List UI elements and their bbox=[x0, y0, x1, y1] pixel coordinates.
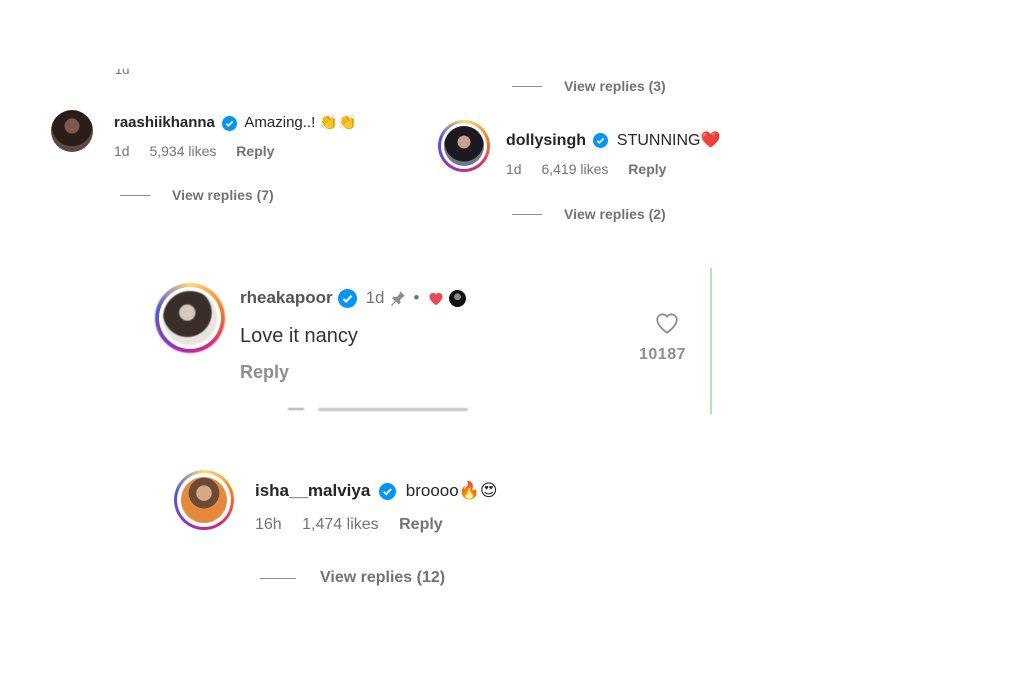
vertical-divider bbox=[710, 268, 712, 414]
view-replies-button[interactable]: View replies (12) bbox=[260, 569, 445, 587]
username[interactable]: rheakapoor bbox=[240, 288, 333, 308]
like-heart-outline-icon[interactable] bbox=[654, 311, 680, 335]
view-replies-label: View replies (3) bbox=[564, 78, 666, 94]
avatar[interactable] bbox=[181, 477, 227, 523]
username[interactable]: isha__malviya bbox=[255, 481, 370, 500]
view-replies-label: View replies (7) bbox=[172, 187, 274, 203]
separator-dot: • bbox=[413, 288, 420, 307]
pin-icon bbox=[390, 291, 405, 306]
comment-text: Amazing..! 👏👏 bbox=[244, 114, 357, 131]
view-replies-button[interactable]: View replies (3) bbox=[512, 78, 666, 94]
avatar[interactable] bbox=[51, 110, 93, 152]
verified-badge-icon bbox=[593, 133, 609, 149]
comment-meta: 1d 5,934 likes Reply bbox=[114, 143, 290, 159]
view-replies-label: View replies (2) bbox=[564, 206, 666, 222]
comment-header: isha__malviya broooo🔥😍 bbox=[255, 481, 498, 501]
comment-likes[interactable]: 1,474 likes bbox=[302, 516, 379, 533]
view-replies-button[interactable]: View replies (2) bbox=[512, 206, 666, 222]
divider-line bbox=[512, 85, 542, 87]
username[interactable]: dollysingh bbox=[506, 132, 586, 149]
creator-avatar bbox=[449, 289, 467, 307]
comment-meta: 16h 1,474 likes Reply bbox=[255, 516, 459, 534]
divider-line bbox=[260, 577, 296, 579]
top-cut-timestamp: 1d bbox=[115, 62, 130, 77]
comment-text: Love it nancy bbox=[240, 325, 358, 347]
comment-likes[interactable]: 5,934 likes bbox=[149, 143, 216, 159]
verified-badge-icon bbox=[379, 483, 397, 501]
comment-likes[interactable]: 6,419 likes bbox=[541, 161, 608, 177]
divider-line bbox=[120, 194, 150, 196]
comment-time: 16h bbox=[255, 516, 282, 533]
comment-time: 1d bbox=[114, 143, 130, 159]
avatar[interactable] bbox=[163, 291, 217, 345]
cut-off-view-replies bbox=[288, 408, 473, 414]
verified-badge-icon bbox=[337, 288, 357, 308]
view-replies-label: View replies (12) bbox=[320, 569, 446, 586]
divider-line bbox=[512, 213, 542, 215]
comment-header: dollysingh STUNNING❤️ bbox=[506, 130, 720, 150]
comment-meta: 1d 6,419 likes Reply bbox=[506, 161, 682, 177]
reply-button[interactable]: Reply bbox=[628, 161, 666, 177]
comment-header: rheakapoor 1d • bbox=[240, 288, 467, 308]
comment-text: STUNNING❤️ bbox=[616, 132, 721, 149]
comment-time: 1d bbox=[365, 288, 385, 307]
comment-time: 1d bbox=[506, 161, 522, 177]
reply-button[interactable]: Reply bbox=[399, 516, 443, 533]
avatar[interactable] bbox=[444, 126, 484, 166]
heart-icon bbox=[429, 292, 444, 306]
view-replies-button[interactable]: View replies (7) bbox=[120, 187, 274, 203]
verified-badge-icon bbox=[222, 115, 238, 131]
reply-button[interactable]: Reply bbox=[240, 362, 289, 383]
comment-header: raashiikhanna Amazing..! 👏👏 bbox=[114, 113, 357, 131]
comment-text: broooo🔥😍 bbox=[405, 481, 498, 500]
username[interactable]: raashiikhanna bbox=[114, 114, 215, 131]
reply-button[interactable]: Reply bbox=[236, 143, 274, 159]
like-count: 10187 bbox=[639, 346, 686, 363]
